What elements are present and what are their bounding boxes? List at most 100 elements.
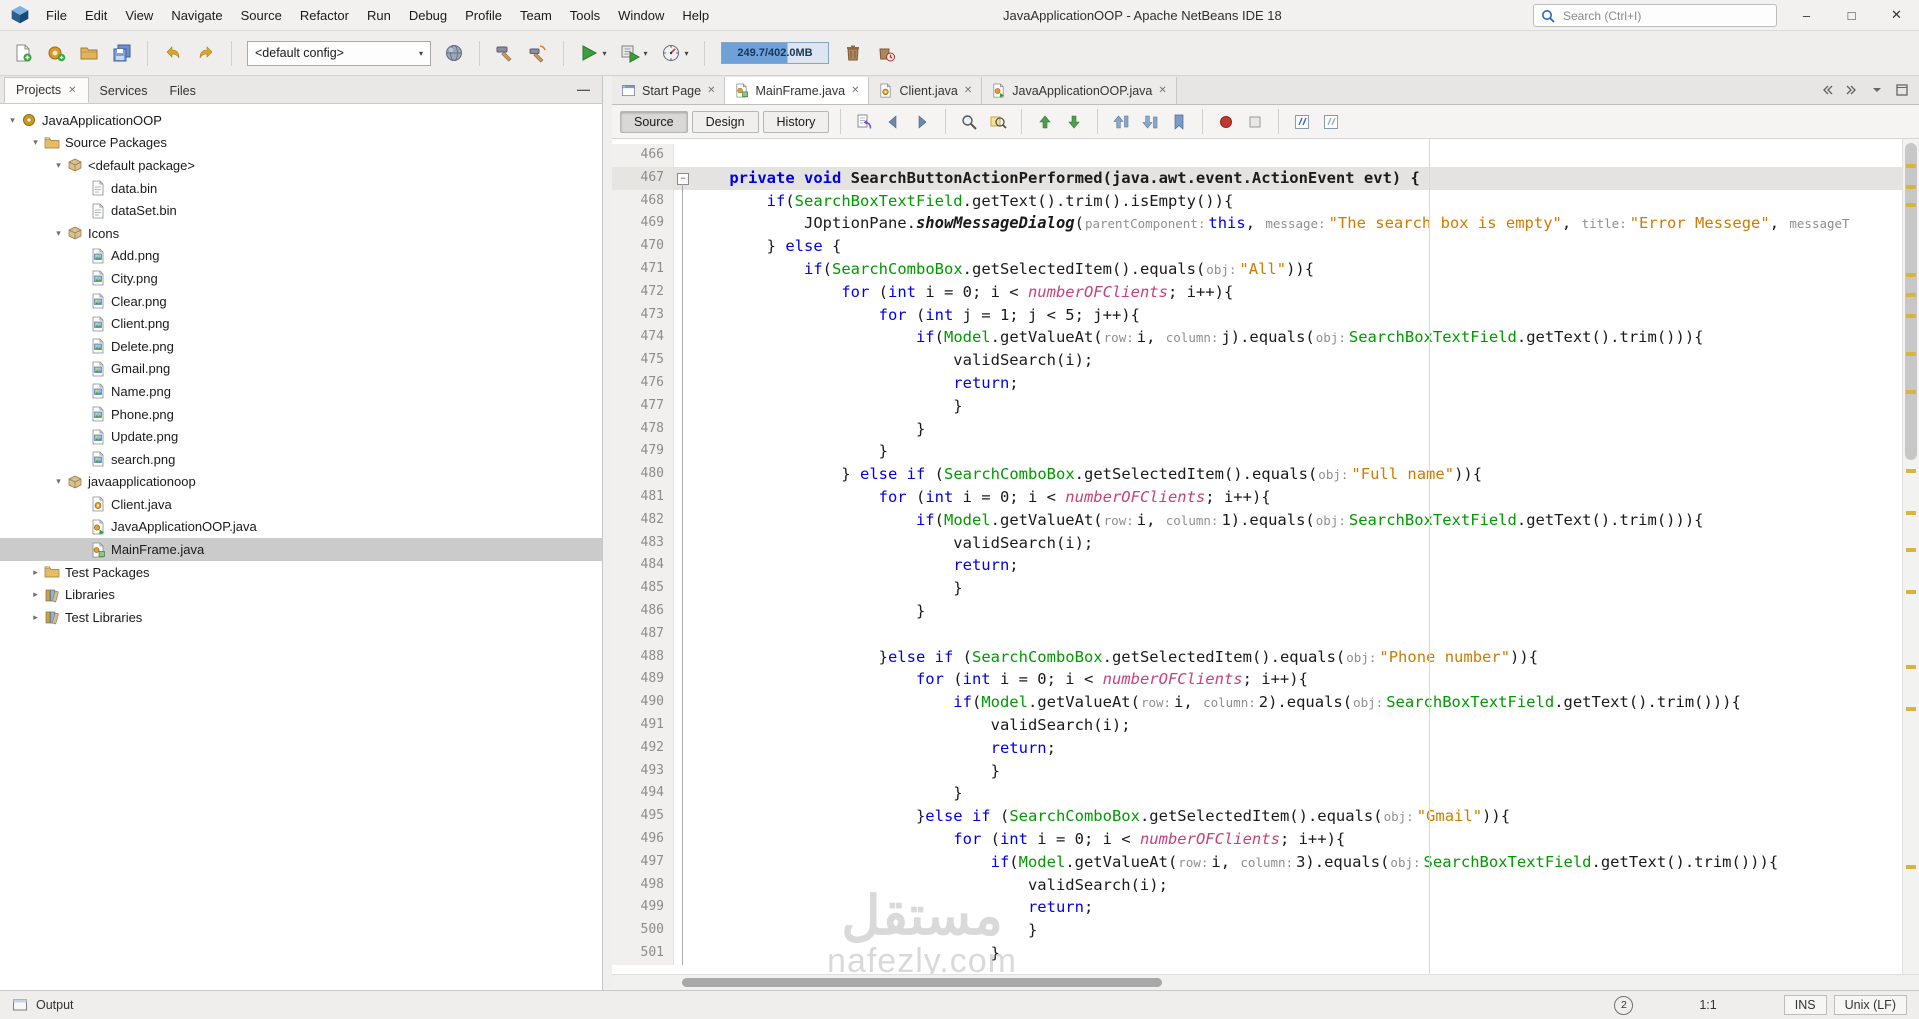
- line-number[interactable]: 476: [612, 371, 674, 395]
- error-stripe[interactable]: [1902, 139, 1919, 974]
- panel-tab-projects[interactable]: Projects ✕: [4, 77, 89, 103]
- new-project-button[interactable]: [41, 37, 71, 69]
- warning-mark[interactable]: [1906, 468, 1916, 473]
- line-number[interactable]: 489: [612, 668, 674, 692]
- warning-mark[interactable]: [1906, 548, 1916, 553]
- expand-icon[interactable]: ▸: [29, 612, 42, 623]
- code-line[interactable]: 501 }: [612, 941, 1903, 965]
- tab-client-java[interactable]: Client.java ✕: [869, 77, 983, 104]
- line-number[interactable]: 474: [612, 326, 674, 350]
- close-tab-icon[interactable]: ✕: [1158, 85, 1166, 96]
- code-line[interactable]: 487: [612, 622, 1903, 646]
- code-line[interactable]: 493 }: [612, 759, 1903, 783]
- line-number[interactable]: 466: [612, 144, 674, 167]
- minimize-button[interactable]: –: [1784, 0, 1829, 30]
- tree-item-name-png[interactable]: Name.png: [0, 380, 602, 403]
- search-input[interactable]: [1561, 7, 1770, 24]
- collapse-minus-icon[interactable]: −: [677, 172, 689, 185]
- line-number[interactable]: 469: [612, 212, 674, 236]
- close-tab-icon[interactable]: ✕: [851, 85, 859, 96]
- code-line[interactable]: 471 if(SearchComboBox.getSelectedItem().…: [612, 257, 1903, 281]
- code-line[interactable]: 490 if(Model.getValueAt(row: i, column: 2)…: [612, 691, 1903, 714]
- warning-mark[interactable]: [1906, 203, 1916, 208]
- menu-navigate[interactable]: Navigate: [162, 3, 231, 28]
- line-number[interactable]: 499: [612, 896, 674, 920]
- code-line[interactable]: 484 return;: [612, 554, 1903, 578]
- notifications-badge[interactable]: 2: [1614, 995, 1634, 1015]
- tree-item-icons[interactable]: ▾ Icons: [0, 222, 602, 245]
- tab-javaapplicationoop-java[interactable]: JavaApplicationOOP.java ✕: [982, 77, 1177, 104]
- clean-build-project-button[interactable]: [523, 37, 553, 69]
- forward-button[interactable]: [909, 110, 935, 134]
- line-number[interactable]: 470: [612, 235, 674, 258]
- warning-mark[interactable]: [1906, 351, 1916, 356]
- undo-button[interactable]: [158, 37, 188, 69]
- code-line[interactable]: 500 }: [612, 919, 1903, 942]
- vertical-scrollbar-thumb[interactable]: [1905, 143, 1917, 461]
- collapse-icon[interactable]: ▾: [6, 115, 19, 126]
- code-line[interactable]: 488 }else if (SearchComboBox.getSelected…: [612, 645, 1903, 669]
- warning-mark[interactable]: [1906, 314, 1916, 319]
- horizontal-scrollbar-thumb[interactable]: [682, 978, 1162, 987]
- redo-button[interactable]: [191, 37, 221, 69]
- minimize-panel-icon[interactable]: —: [577, 82, 590, 97]
- code-line[interactable]: 481 for (int i = 0; i < numberOFClients;…: [612, 485, 1903, 509]
- panel-tab-files[interactable]: Files: [158, 79, 206, 103]
- line-number[interactable]: 491: [612, 713, 674, 737]
- tree-item-test-packages[interactable]: ▸ Test Packages: [0, 561, 602, 584]
- expand-icon[interactable]: ▸: [29, 589, 42, 600]
- warning-mark[interactable]: [1906, 510, 1916, 515]
- line-number[interactable]: 473: [612, 303, 674, 327]
- menu-tools[interactable]: Tools: [561, 3, 609, 28]
- code-line[interactable]: 485 }: [612, 577, 1903, 600]
- back-button[interactable]: [880, 110, 906, 134]
- code-line[interactable]: 474 if(Model.getValueAt(row: i, column: j)…: [612, 326, 1903, 350]
- code-line[interactable]: 492 return;: [612, 736, 1903, 760]
- tree-item-phone-png[interactable]: Phone.png: [0, 403, 602, 426]
- warning-mark[interactable]: [1906, 589, 1916, 594]
- code-line[interactable]: 476 return;: [612, 371, 1903, 395]
- code-line[interactable]: 475 validSearch(i);: [612, 349, 1903, 372]
- menu-refactor[interactable]: Refactor: [291, 3, 358, 28]
- tree-item-javaapplicationoop[interactable]: ▾ javaapplicationoop: [0, 471, 602, 494]
- code-line[interactable]: 477 }: [612, 394, 1903, 418]
- line-number[interactable]: 477: [612, 394, 674, 418]
- line-number[interactable]: 497: [612, 850, 674, 874]
- view-design[interactable]: Design: [691, 110, 759, 133]
- code-editor[interactable]: 466 467− private void SearchButtonActionP…: [612, 139, 1919, 974]
- view-source[interactable]: Source: [620, 110, 688, 133]
- tree-item-client-png[interactable]: Client.png: [0, 312, 602, 335]
- warning-mark[interactable]: [1906, 706, 1916, 711]
- tree-item-add-png[interactable]: Add.png: [0, 245, 602, 268]
- debug-project-button[interactable]: ▾: [615, 37, 653, 69]
- line-number[interactable]: 485: [612, 577, 674, 600]
- new-file-button[interactable]: [8, 37, 38, 69]
- prev-bookmark-button[interactable]: [1108, 110, 1134, 134]
- menu-edit[interactable]: Edit: [76, 3, 116, 28]
- line-number[interactable]: 468: [612, 189, 674, 213]
- line-number[interactable]: 480: [612, 463, 674, 486]
- collapse-icon[interactable]: ▾: [52, 476, 65, 487]
- gc-button[interactable]: [838, 37, 868, 69]
- maximize-button[interactable]: □: [1829, 0, 1874, 30]
- code-line[interactable]: 482 if(Model.getValueAt(row: i, column: 1)…: [612, 508, 1903, 532]
- line-number[interactable]: 479: [612, 440, 674, 464]
- profile-project-button[interactable]: ▾: [656, 37, 694, 69]
- scroll-tabs-right-icon[interactable]: [1844, 82, 1860, 98]
- tree-item-test-libraries[interactable]: ▸ Test Libraries: [0, 606, 602, 629]
- code-line[interactable]: 478 }: [612, 417, 1903, 441]
- toggle-bookmark-button[interactable]: [1166, 110, 1192, 134]
- tree-item-clear-png[interactable]: Clear.png: [0, 290, 602, 313]
- menu-view[interactable]: View: [116, 3, 162, 28]
- warning-mark[interactable]: [1906, 184, 1916, 189]
- code-line[interactable]: 480 } else if (SearchComboBox.getSelecte…: [612, 463, 1903, 486]
- save-all-button[interactable]: [107, 37, 137, 69]
- code-line[interactable]: 479 }: [612, 440, 1903, 464]
- build-project-button[interactable]: [490, 37, 520, 69]
- code-line[interactable]: 496 for (int i = 0; i < numberOFClients;…: [612, 827, 1903, 851]
- memory-indicator[interactable]: 249.7/402.0MB: [721, 42, 829, 64]
- line-number[interactable]: 467: [612, 166, 674, 190]
- code-line[interactable]: 498 validSearch(i);: [612, 873, 1903, 897]
- prev-occurrence-button[interactable]: [1032, 110, 1058, 134]
- warning-mark[interactable]: [1906, 389, 1916, 394]
